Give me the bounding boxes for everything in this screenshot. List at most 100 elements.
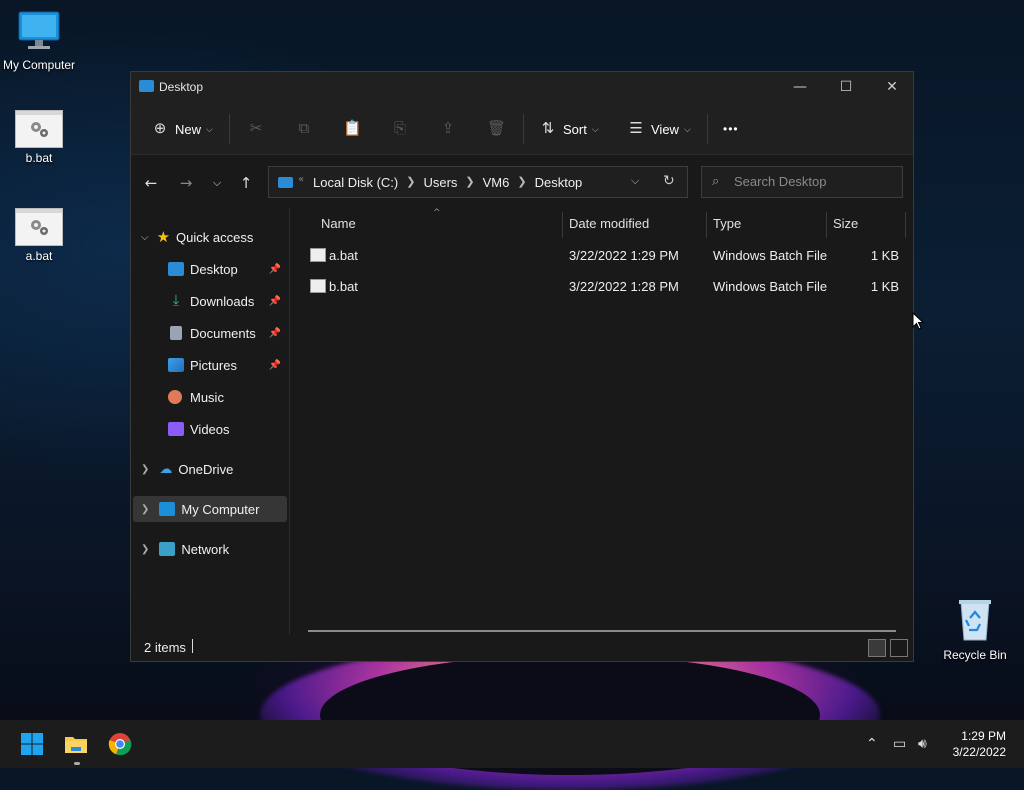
breadcrumb-item[interactable]: Users: [423, 175, 457, 190]
delete-icon[interactable]: 🗑: [487, 119, 506, 137]
active-app-indicator: [74, 762, 80, 765]
sidebar-item-desktop[interactable]: Desktop 📌: [131, 256, 287, 282]
clock-date: 3/22/2022: [952, 745, 1006, 759]
batch-file-icon: [15, 208, 63, 246]
column-divider[interactable]: [706, 212, 707, 238]
sort-label: Sort: [563, 121, 587, 137]
search-box[interactable]: ⌕: [701, 166, 903, 198]
clock[interactable]: 1:29 PM 3/22/2022: [953, 728, 1006, 760]
column-header-type[interactable]: Type: [713, 216, 741, 231]
chevron-down-icon: ⌵: [683, 123, 691, 134]
sidebar-item-label: Pictures: [190, 357, 237, 373]
title-bar[interactable]: Desktop — ☐ ✕: [131, 72, 913, 102]
pin-icon[interactable]: 📌: [269, 296, 281, 307]
column-divider[interactable]: [905, 212, 906, 238]
sidebar-item-label: My Computer: [181, 501, 260, 517]
recent-locations-chevron-icon[interactable]: ⌵: [207, 173, 227, 193]
chevron-down-icon: ⌵: [591, 123, 599, 134]
document-icon: [170, 326, 182, 340]
chevron-right-icon[interactable]: ❯: [406, 175, 415, 190]
desktop-icon-label: My Computer: [2, 58, 76, 72]
sort-button[interactable]: ⇅ Sort ⌵: [539, 116, 599, 142]
sidebar-item-label: Downloads: [190, 293, 255, 309]
close-button[interactable]: ✕: [869, 72, 915, 102]
large-icons-view-icon[interactable]: [890, 639, 908, 657]
network-status-icon[interactable]: ▭: [893, 736, 906, 752]
view-button[interactable]: ☰ View ⌵: [627, 116, 691, 142]
breadcrumb-item[interactable]: VM6: [483, 175, 510, 190]
desktop-icon-label: a.bat: [25, 249, 53, 263]
new-button[interactable]: ⊕ New ⌵: [151, 116, 213, 142]
sidebar-item-my-computer[interactable]: ❯ My Computer: [133, 496, 287, 522]
volume-icon[interactable]: 🔊︎: [918, 736, 927, 752]
sidebar-item-network[interactable]: ❯ Network: [131, 536, 287, 562]
address-bar[interactable]: « Local Disk (C:) ❯ Users ❯ VM6 ❯ Deskto…: [268, 166, 688, 198]
ellipsis-icon: •••: [723, 122, 739, 136]
windows-start-icon[interactable]: [20, 732, 44, 756]
pin-icon[interactable]: 📌: [269, 264, 281, 275]
chrome-icon[interactable]: [108, 732, 132, 756]
sidebar-item-pictures[interactable]: Pictures 📌: [131, 352, 287, 378]
chevron-right-icon[interactable]: ❯: [141, 504, 149, 515]
desktop-icon-recycle-bin[interactable]: Recycle Bin: [936, 598, 1014, 662]
sidebar-item-documents[interactable]: Documents 📌: [131, 320, 287, 346]
sidebar-item-onedrive[interactable]: ❯ ☁ OneDrive: [131, 456, 287, 482]
column-divider[interactable]: [826, 212, 827, 238]
table-row[interactable]: a.bat 3/22/2022 1:29 PM Windows Batch Fi…: [305, 242, 905, 270]
desktop-folder-icon: [168, 262, 184, 276]
minimize-button[interactable]: —: [777, 72, 823, 102]
copy-icon[interactable]: ⧉: [295, 119, 313, 137]
column-header-name[interactable]: Name: [321, 216, 356, 231]
view-label: View: [651, 121, 679, 137]
sidebar-item-music[interactable]: Music: [131, 384, 287, 410]
sidebar-item-downloads[interactable]: ⤓ Downloads 📌: [131, 288, 287, 314]
sidebar-item-label: OneDrive: [178, 461, 234, 477]
rename-icon[interactable]: ⎘: [391, 119, 409, 137]
breadcrumb-item[interactable]: Desktop: [535, 175, 583, 190]
share-icon[interactable]: ⇪: [439, 119, 457, 137]
sidebar-item-videos[interactable]: Videos: [131, 416, 287, 442]
address-dropdown-icon[interactable]: ⌵: [631, 174, 639, 188]
mouse-cursor-icon: [912, 312, 924, 330]
batch-file-icon: [310, 248, 326, 262]
chevron-right-icon[interactable]: ❯: [465, 175, 474, 190]
desktop-icon-my-computer[interactable]: My Computer: [0, 10, 78, 72]
chevron-down-icon[interactable]: ⌵: [141, 232, 149, 243]
chevron-right-icon[interactable]: ❯: [141, 544, 149, 555]
details-view-icon[interactable]: [868, 639, 886, 657]
show-hidden-icons-chevron-icon[interactable]: ⌃: [866, 736, 878, 752]
more-options-button[interactable]: •••: [723, 116, 739, 142]
cut-icon[interactable]: ✂: [247, 119, 265, 137]
sort-icon: ⇅: [541, 120, 555, 137]
pane-splitter[interactable]: [289, 208, 290, 638]
file-name: a.bat: [329, 248, 358, 263]
horizontal-scrollbar[interactable]: [308, 630, 896, 632]
chevron-right-icon[interactable]: ❯: [141, 464, 149, 475]
column-divider[interactable]: [562, 212, 563, 238]
forward-arrow-icon[interactable]: →: [176, 173, 196, 193]
monitor-icon: [18, 11, 60, 49]
desktop-icon-b-bat[interactable]: b.bat: [0, 110, 78, 165]
column-header-size[interactable]: Size: [833, 216, 858, 231]
breadcrumb-item[interactable]: Local Disk (C:): [313, 175, 398, 190]
back-arrow-icon[interactable]: ←: [141, 173, 161, 193]
chevron-right-icon[interactable]: ❯: [517, 175, 526, 190]
maximize-button[interactable]: ☐: [823, 72, 869, 102]
column-header-date-modified[interactable]: Date modified: [569, 216, 649, 231]
search-input[interactable]: [732, 173, 896, 190]
item-count: 2 items: [144, 640, 186, 655]
paste-icon[interactable]: 📋: [343, 119, 362, 137]
star-icon: ★: [156, 229, 171, 246]
file-explorer-icon[interactable]: [64, 732, 88, 756]
desktop-icon-a-bat[interactable]: a.bat: [0, 208, 78, 263]
pin-icon[interactable]: 📌: [269, 360, 281, 371]
table-row[interactable]: b.bat 3/22/2022 1:28 PM Windows Batch Fi…: [305, 273, 905, 301]
pin-icon[interactable]: 📌: [269, 328, 281, 339]
overflow-chevron-icon[interactable]: «: [298, 174, 304, 185]
refresh-icon[interactable]: ↻: [663, 173, 675, 189]
folder-icon: [139, 80, 154, 92]
window-title: Desktop: [159, 80, 204, 94]
sidebar-item-label: Documents: [190, 325, 256, 341]
up-arrow-icon[interactable]: ↑: [236, 173, 256, 193]
sidebar-item-quick-access[interactable]: ⌵ ★ Quick access: [131, 224, 287, 250]
